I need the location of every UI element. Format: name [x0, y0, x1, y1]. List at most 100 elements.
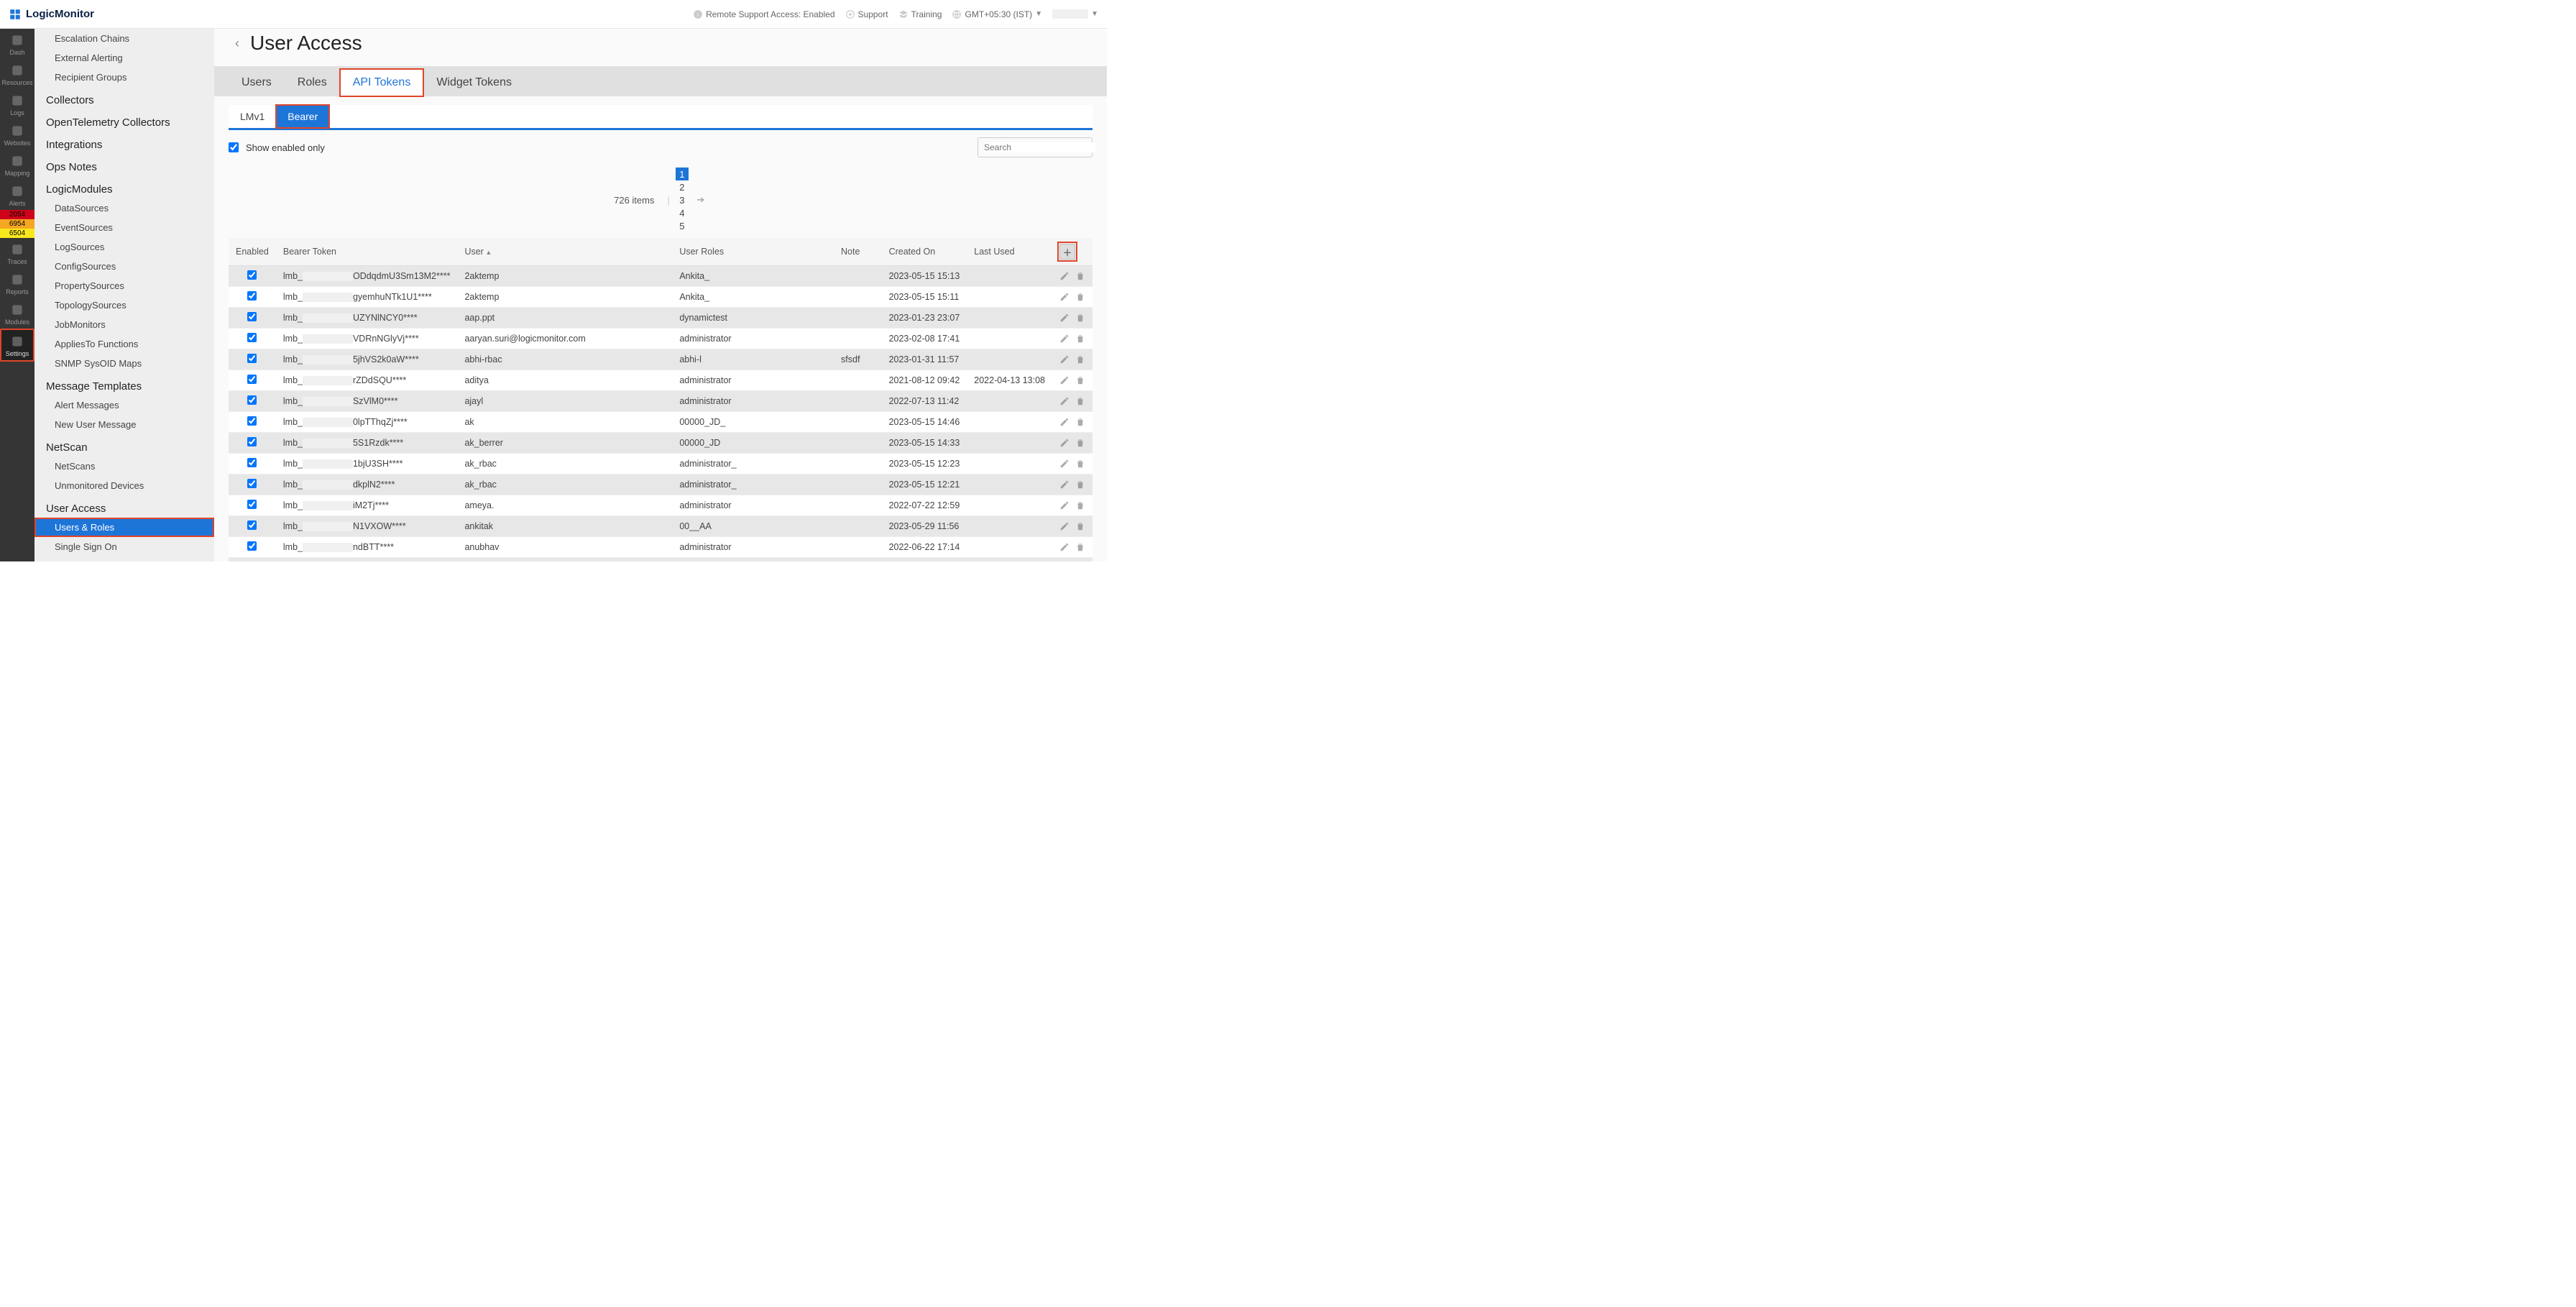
pager-page[interactable]: 1 — [676, 168, 689, 180]
training-link[interactable]: Training — [898, 9, 942, 19]
col-header[interactable]: Bearer Token — [276, 238, 458, 266]
col-header[interactable]: Enabled — [229, 238, 276, 266]
subnav-item[interactable]: DataSources — [34, 198, 214, 218]
edit-icon[interactable] — [1059, 417, 1070, 427]
subnav-section[interactable]: User Access — [34, 495, 214, 518]
subnav-item[interactable]: LogSources — [34, 237, 214, 257]
col-header[interactable]: ＋ — [1052, 238, 1092, 266]
show-enabled-checkbox[interactable] — [229, 142, 239, 152]
edit-icon[interactable] — [1059, 313, 1070, 323]
row-enabled-checkbox[interactable] — [247, 479, 257, 488]
row-enabled-checkbox[interactable] — [247, 541, 257, 551]
tab-roles[interactable]: Roles — [285, 69, 340, 96]
edit-icon[interactable] — [1059, 334, 1070, 344]
edit-icon[interactable] — [1059, 500, 1070, 510]
subnav-item[interactable]: TopologySources — [34, 295, 214, 315]
row-enabled-checkbox[interactable] — [247, 520, 257, 530]
search-box[interactable] — [978, 137, 1092, 157]
rail-item-logs[interactable]: Logs — [0, 89, 34, 119]
edit-icon[interactable] — [1059, 271, 1070, 281]
edit-icon[interactable] — [1059, 438, 1070, 448]
subnav-item[interactable]: AppliesTo Functions — [34, 334, 214, 354]
rail-item-traces[interactable]: Traces — [0, 238, 34, 268]
pager-page[interactable]: 2 — [676, 180, 689, 193]
pager-page[interactable]: 4 — [676, 206, 689, 219]
subnav-item[interactable]: JobMonitors — [34, 315, 214, 334]
delete-icon[interactable] — [1075, 459, 1085, 469]
subnav-item[interactable]: Users & Roles — [34, 518, 214, 537]
subnav-item[interactable]: ConfigSources — [34, 257, 214, 276]
tab-widget-tokens[interactable]: Widget Tokens — [423, 69, 525, 96]
row-enabled-checkbox[interactable] — [247, 375, 257, 384]
rail-item-mapping[interactable]: Mapping — [0, 150, 34, 180]
row-enabled-checkbox[interactable] — [247, 437, 257, 446]
delete-icon[interactable] — [1075, 417, 1085, 427]
rail-item-resources[interactable]: Resources — [0, 59, 34, 89]
subnav-section[interactable]: Ops Notes — [34, 154, 214, 176]
delete-icon[interactable] — [1075, 292, 1085, 302]
delete-icon[interactable] — [1075, 500, 1085, 510]
delete-icon[interactable] — [1075, 480, 1085, 490]
delete-icon[interactable] — [1075, 375, 1085, 385]
user-menu[interactable]: ▼ — [1052, 9, 1098, 19]
edit-icon[interactable] — [1059, 521, 1070, 531]
delete-icon[interactable] — [1075, 521, 1085, 531]
row-enabled-checkbox[interactable] — [247, 270, 257, 280]
subnav-section[interactable]: Collectors — [34, 87, 214, 109]
rail-item-dash[interactable]: Dash — [0, 29, 34, 59]
delete-icon[interactable] — [1075, 396, 1085, 406]
subnav-item[interactable]: Recipient Groups — [34, 68, 214, 87]
subnav-item[interactable]: EventSources — [34, 218, 214, 237]
row-enabled-checkbox[interactable] — [247, 395, 257, 405]
subnav-section[interactable]: Message Templates — [34, 373, 214, 395]
support-link[interactable]: Support — [845, 9, 888, 19]
row-enabled-checkbox[interactable] — [247, 458, 257, 467]
row-enabled-checkbox[interactable] — [247, 500, 257, 509]
edit-icon[interactable] — [1059, 542, 1070, 552]
row-enabled-checkbox[interactable] — [247, 291, 257, 301]
subnav-item[interactable]: Single Sign On — [34, 537, 214, 556]
subnav-section[interactable]: OpenTelemetry Collectors — [34, 109, 214, 132]
rail-item-alerts[interactable]: Alerts — [0, 180, 34, 210]
tab-users[interactable]: Users — [229, 69, 285, 96]
edit-icon[interactable] — [1059, 292, 1070, 302]
edit-icon[interactable] — [1059, 459, 1070, 469]
edit-icon[interactable] — [1059, 480, 1070, 490]
pager-page[interactable]: 3 — [676, 193, 689, 206]
row-enabled-checkbox[interactable] — [247, 416, 257, 426]
delete-icon[interactable] — [1075, 542, 1085, 552]
col-header[interactable]: Last Used — [967, 238, 1052, 266]
col-header[interactable]: Created On — [882, 238, 967, 266]
delete-icon[interactable] — [1075, 354, 1085, 364]
row-enabled-checkbox[interactable] — [247, 333, 257, 342]
subnav-item[interactable]: NetScans — [34, 457, 214, 476]
tab-api-tokens[interactable]: API Tokens — [340, 69, 424, 96]
subnav-item[interactable]: New User Message — [34, 415, 214, 434]
pager-next-button[interactable]: ➔ — [694, 193, 707, 206]
subtab-lmv1[interactable]: LMv1 — [229, 105, 276, 128]
subtab-bearer[interactable]: Bearer — [276, 105, 329, 128]
subnav-item[interactable]: Alert Messages — [34, 395, 214, 415]
subnav-section[interactable]: LogicModules — [34, 176, 214, 198]
delete-icon[interactable] — [1075, 334, 1085, 344]
col-header[interactable]: User Roles — [672, 238, 834, 266]
row-enabled-checkbox[interactable] — [247, 354, 257, 363]
edit-icon[interactable] — [1059, 396, 1070, 406]
search-input[interactable] — [984, 142, 1095, 152]
subnav-item[interactable]: Escalation Chains — [34, 29, 214, 48]
delete-icon[interactable] — [1075, 438, 1085, 448]
add-token-button[interactable]: ＋ — [1059, 244, 1075, 260]
rail-item-reports[interactable]: Reports — [0, 268, 34, 298]
subnav-item[interactable]: Unmonitored Devices — [34, 476, 214, 495]
subnav-item[interactable]: SNMP SysOID Maps — [34, 354, 214, 373]
edit-icon[interactable] — [1059, 375, 1070, 385]
edit-icon[interactable] — [1059, 354, 1070, 364]
rail-item-websites[interactable]: Websites — [0, 119, 34, 150]
pager-page[interactable]: 5 — [676, 219, 689, 232]
col-header[interactable]: Note — [834, 238, 882, 266]
collapse-subnav-button[interactable]: ‹ — [229, 35, 246, 52]
delete-icon[interactable] — [1075, 271, 1085, 281]
rail-item-settings[interactable]: Settings — [0, 329, 34, 362]
subnav-section[interactable]: Integrations — [34, 132, 214, 154]
subnav-item[interactable]: PropertySources — [34, 276, 214, 295]
